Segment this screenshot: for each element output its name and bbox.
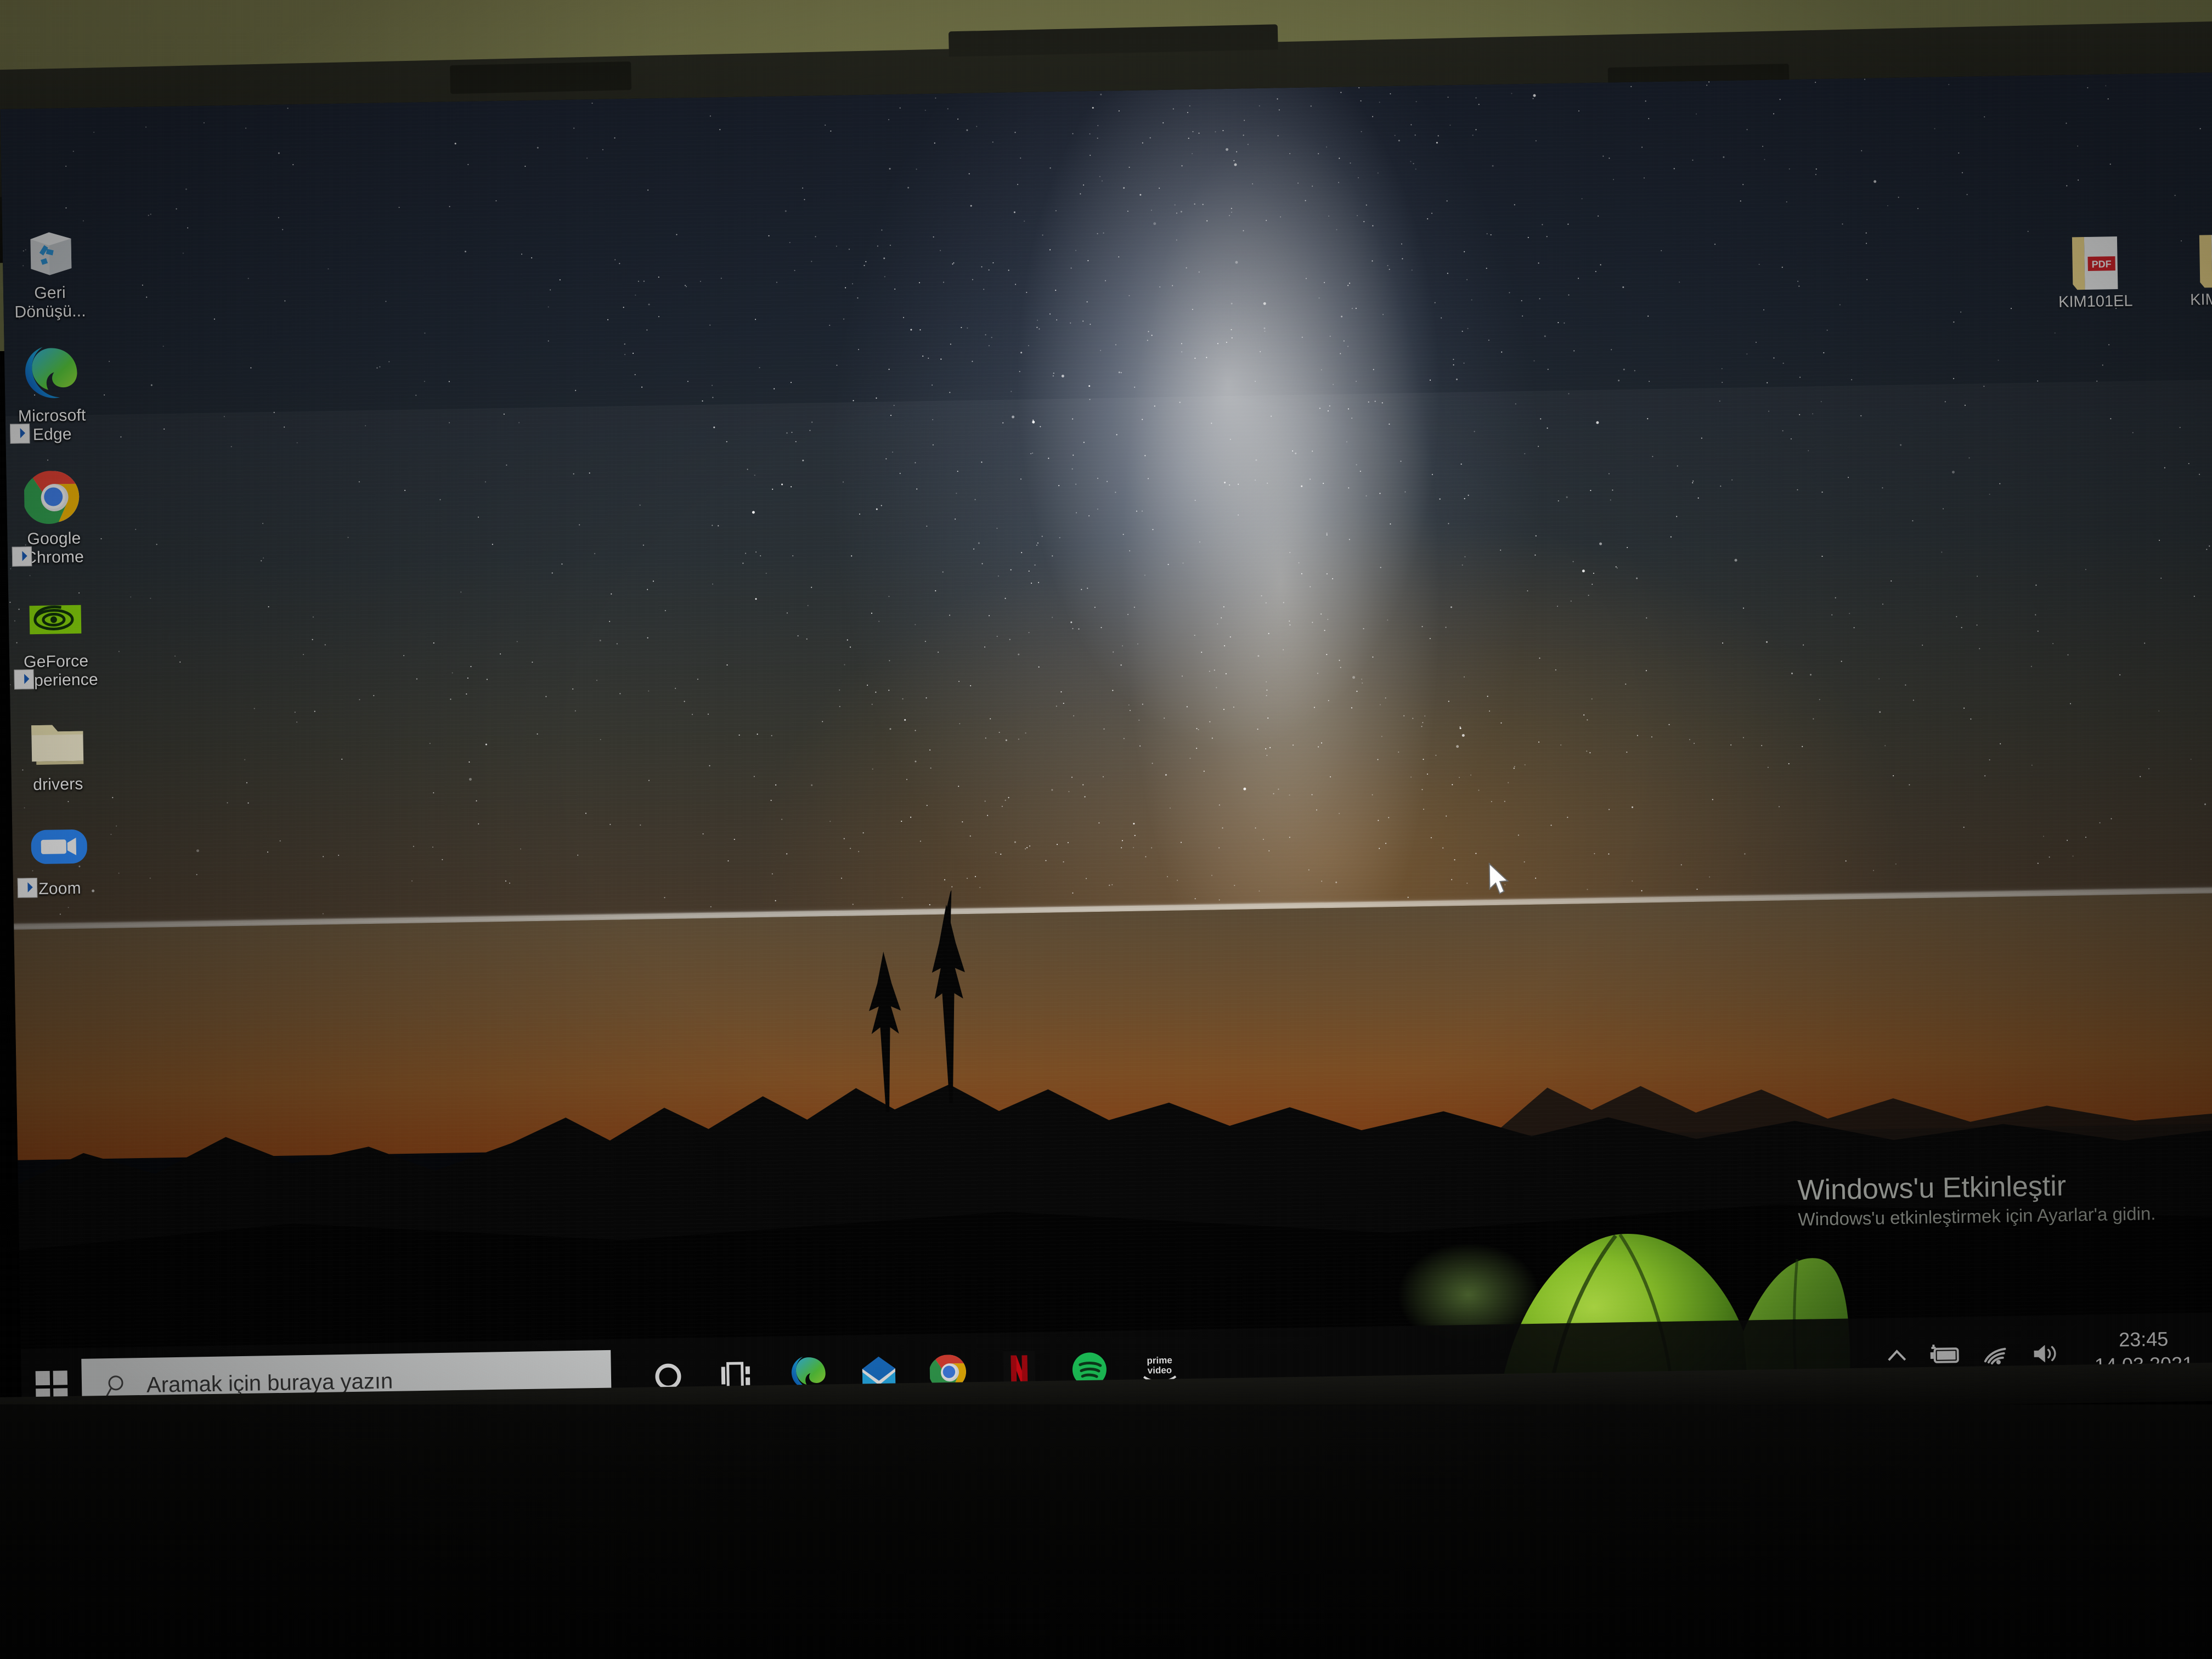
desktop-icon-geforce-experience[interactable]: GeForce Experience bbox=[8, 586, 103, 691]
windows-activation-watermark: Windows'u Etkinleştir Windows'u etkinleş… bbox=[1797, 1167, 2156, 1232]
nvidia-icon bbox=[8, 586, 103, 653]
pdf-file-icon: PDF bbox=[2048, 233, 2142, 294]
svg-text:video: video bbox=[1148, 1365, 1172, 1376]
speaker-icon bbox=[2034, 1345, 2056, 1363]
edge-icon bbox=[4, 340, 99, 408]
pdf-file-icon: PDF bbox=[2175, 230, 2212, 291]
zoom-camera-icon bbox=[12, 813, 106, 881]
svg-text:prime: prime bbox=[1147, 1355, 1172, 1366]
laptop-screen-area: Geri Dönüşü... Microsoft Edge Google Chr… bbox=[0, 55, 2212, 1421]
desktop-icon-label: KIM101E bbox=[2190, 290, 2212, 309]
desktop-icon-label: drivers bbox=[32, 775, 83, 794]
desktop-icon-zoom[interactable]: Zoom bbox=[12, 813, 107, 899]
desktop-icon-label: Geri Dönüşü... bbox=[14, 284, 86, 321]
desktop-icon-kim101el[interactable]: PDF KIM101EL bbox=[2048, 233, 2142, 312]
wifi-icon bbox=[1984, 1347, 2006, 1365]
desktop-icon-drivers-folder[interactable]: drivers bbox=[10, 709, 105, 795]
desktop-icon-google-chrome[interactable]: Google Chrome bbox=[6, 463, 101, 568]
folder-icon bbox=[10, 709, 105, 776]
chevron-up-icon bbox=[1888, 1350, 1906, 1361]
shortcut-arrow-icon bbox=[14, 669, 35, 690]
recycle-bin-icon bbox=[2, 217, 97, 285]
clock-time: 23:45 bbox=[2118, 1327, 2169, 1351]
windows-desktop[interactable]: Geri Dönüşü... Microsoft Edge Google Chr… bbox=[0, 72, 2212, 1421]
shortcut-arrow-icon bbox=[17, 878, 38, 898]
chrome-icon bbox=[6, 463, 100, 531]
laptop-keyboard-deck bbox=[0, 1404, 2212, 1659]
shortcut-arrow-icon bbox=[10, 424, 30, 444]
watermark-title: Windows'u Etkinleştir bbox=[1797, 1170, 2067, 1206]
search-icon bbox=[106, 1375, 123, 1397]
mouse-pointer bbox=[1488, 862, 1513, 899]
desktop-icon-column-left: Geri Dönüşü... Microsoft Edge Google Chr… bbox=[2, 217, 112, 919]
desktop-icon-group-right: PDF KIM101EL PDF KIM101E bbox=[2048, 230, 2212, 312]
desktop-icon-microsoft-edge[interactable]: Microsoft Edge bbox=[4, 340, 99, 445]
desktop-icon-label: KIM101EL bbox=[2058, 292, 2133, 311]
battery-charging-icon bbox=[1930, 1344, 1959, 1363]
shortcut-arrow-icon bbox=[12, 546, 32, 567]
desktop-icon-recycle-bin[interactable]: Geri Dönüşü... bbox=[2, 217, 97, 322]
photograph-of-laptop: Geri Dönüşü... Microsoft Edge Google Chr… bbox=[0, 0, 2212, 1659]
desktop-icon-kim101e[interactable]: PDF KIM101E bbox=[2175, 230, 2212, 309]
svg-text:PDF: PDF bbox=[2092, 258, 2112, 270]
